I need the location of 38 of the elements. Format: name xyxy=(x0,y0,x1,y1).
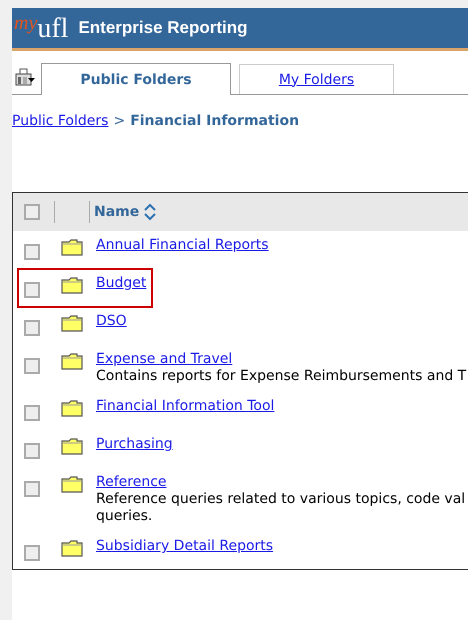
checkbox[interactable] xyxy=(24,282,40,298)
folder-icon xyxy=(61,475,83,493)
checkbox[interactable] xyxy=(24,358,40,374)
tab[interactable]: My Folders xyxy=(239,64,394,94)
folder-view-icon[interactable] xyxy=(15,68,35,88)
checkbox[interactable] xyxy=(24,443,40,459)
folder-icon xyxy=(61,238,83,256)
sort-icon[interactable] xyxy=(143,203,158,221)
column-header[interactable]: Name xyxy=(94,204,140,220)
checkbox[interactable] xyxy=(24,481,40,497)
folder-description: Reference queries related to various topics, code val xyxy=(96,491,466,508)
folder-description: queries. xyxy=(96,508,154,525)
folder-link[interactable]: Expense and Travel xyxy=(96,351,466,368)
breadcrumb-separator: > xyxy=(113,113,126,129)
folder-description: Contains reports for Expense Reimbursements and T xyxy=(96,368,466,385)
folder-icon xyxy=(61,276,83,294)
folder-icon xyxy=(61,314,83,332)
folder-link[interactable]: Financial Information Tool xyxy=(96,398,274,415)
folder-icon xyxy=(61,437,83,455)
folder-icon xyxy=(61,539,83,557)
folder-link[interactable]: DSO xyxy=(96,313,127,330)
folder-link[interactable]: Budget xyxy=(96,275,146,292)
folder-icon xyxy=(61,352,83,370)
folder-link[interactable]: Annual Financial Reports xyxy=(96,237,269,254)
checkbox[interactable] xyxy=(24,405,40,421)
folder-icon xyxy=(61,399,83,417)
checkbox[interactable] xyxy=(24,244,40,260)
logo: $^{my}$ufl xyxy=(14,13,68,43)
tab[interactable]: Public Folders xyxy=(41,63,231,95)
breadcrumb-current: Financial Information xyxy=(130,113,300,129)
folder-link[interactable]: Subsidiary Detail Reports xyxy=(96,538,274,555)
checkbox[interactable] xyxy=(24,204,40,220)
checkbox[interactable] xyxy=(24,320,40,336)
breadcrumb-link[interactable]: Public Folders xyxy=(12,113,108,129)
folder-link[interactable]: Purchasing xyxy=(96,436,173,453)
checkbox[interactable] xyxy=(24,545,40,561)
app-title: Enterprise Reporting xyxy=(78,18,248,38)
folder-link[interactable]: Reference xyxy=(96,474,466,491)
